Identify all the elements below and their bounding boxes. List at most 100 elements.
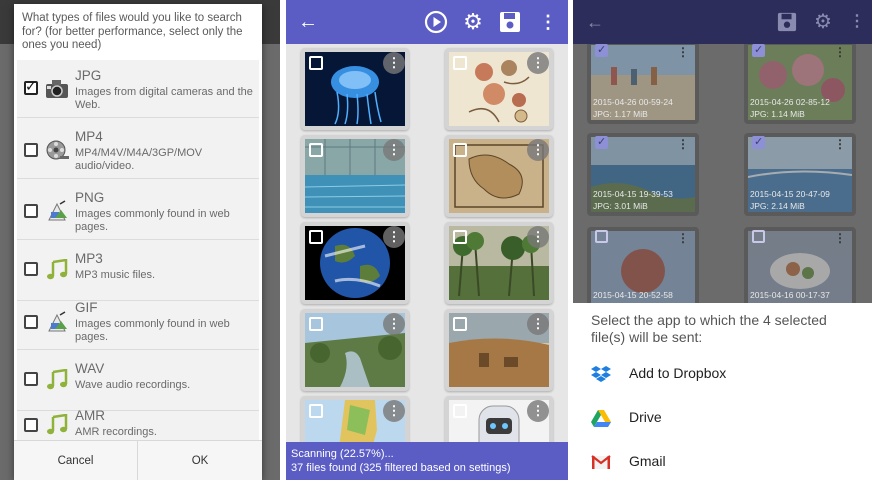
thumbnail-date: 2015-04-15 20-47-09 [750, 189, 830, 199]
thumbnail-menu-icon[interactable]: ⋮ [383, 226, 405, 248]
file-type-item-gif[interactable]: GIF Images commonly found in web pages. [17, 292, 259, 350]
thumbnail-card[interactable]: ⋮ [445, 48, 553, 130]
thumbnail-menu-icon[interactable]: ⋮ [677, 137, 689, 151]
play-button[interactable] [422, 0, 450, 44]
thumbnail-menu-icon[interactable]: ⋮ [527, 139, 549, 161]
file-type-item-jpg[interactable]: JPG Images from digital cameras and the … [17, 60, 259, 118]
wav-checkbox[interactable] [24, 372, 38, 386]
file-type-description: MP4/M4V/M4A/3GP/MOV audio/video. [75, 147, 203, 172]
thumbnail-card[interactable]: ⋮ [301, 222, 409, 304]
back-arrow-icon[interactable]: ← [294, 0, 322, 44]
select-checkbox[interactable] [453, 317, 467, 331]
select-checkbox[interactable] [453, 404, 467, 418]
file-type-item-mp4[interactable]: MP4 MP4/M4V/M4A/3GP/MOV audio/video. [17, 121, 259, 179]
overflow-menu-icon[interactable]: ⋮ [538, 0, 558, 44]
thumbnail-card[interactable]: ⋮ 2015-04-15 20-52-58 [587, 227, 699, 303]
file-type-name: WAV [75, 361, 105, 376]
thumbnail-size: JPG: 2.14 MiB [750, 201, 805, 211]
amr-checkbox[interactable] [24, 418, 38, 432]
jpg-checkbox[interactable] [24, 79, 38, 95]
thumbnail-card[interactable]: ⋮ 2015-04-16 00-17-37 [744, 227, 856, 303]
thumbnail-card[interactable]: ⋮ [301, 396, 409, 442]
share-option-label: Gmail [629, 453, 666, 469]
scan-results-screen: ← ⚙ ⋮ ⋮ ⋮ ⋮ ⋮ ⋮ ⋮ ⋮ ⋮ ⋮ ⋮ Scanning (22.5… [286, 0, 568, 480]
file-type-item-png[interactable]: PNG Images commonly found in web pages. [17, 182, 259, 240]
gear-icon[interactable]: ⚙ [811, 0, 835, 44]
thumbnail-menu-icon[interactable]: ⋮ [677, 45, 689, 59]
thumbnail-menu-icon[interactable]: ⋮ [527, 313, 549, 335]
save-button[interactable] [496, 0, 524, 44]
file-type-description: MP3 music files. [75, 269, 156, 281]
thumbnail-date: 2015-04-16 00-17-37 [750, 290, 830, 300]
thumbnail-menu-icon[interactable]: ⋮ [527, 52, 549, 74]
thumbnail-card[interactable]: ⋮ [445, 396, 553, 442]
thumbnail-card[interactable]: ⋮ 2015-04-15 20-47-09 JPG: 2.14 MiB [744, 133, 856, 216]
thumbnail-card[interactable]: ⋮ [445, 222, 553, 304]
file-type-name: GIF [75, 300, 98, 315]
file-type-item-amr[interactable]: AMR AMR recordings. [17, 402, 259, 442]
file-type-description: Images commonly found in web pages. [75, 208, 230, 233]
thumbnail-card[interactable]: ⋮ 2015-04-26 00-59-24 JPG: 1.17 MiB [587, 44, 699, 124]
back-arrow-icon[interactable]: ← [583, 0, 607, 44]
gif-checkbox[interactable] [24, 315, 38, 329]
thumbnail-grid: ⋮ ⋮ ⋮ ⋮ ⋮ ⋮ ⋮ ⋮ ⋮ ⋮ [286, 44, 568, 442]
select-checkbox[interactable] [309, 317, 323, 331]
thumbnail-size: JPG: 3.01 MiB [593, 201, 648, 211]
select-checkbox[interactable] [453, 143, 467, 157]
overflow-menu-icon[interactable]: ⋮ [849, 0, 865, 44]
thumbnail-menu-icon[interactable]: ⋮ [834, 137, 846, 151]
file-type-description: Images from digital cameras and the Web. [75, 86, 253, 111]
thumbnail-card[interactable]: ⋮ [301, 135, 409, 217]
mp4-checkbox[interactable] [24, 143, 38, 157]
music-note-icon [47, 369, 68, 390]
thumbnail-menu-icon[interactable]: ⋮ [834, 45, 846, 59]
select-checkbox[interactable] [309, 143, 323, 157]
thumbnail-card[interactable]: ⋮ [445, 135, 553, 217]
select-checkbox[interactable] [595, 44, 608, 57]
select-checkbox[interactable] [752, 135, 765, 149]
thumbnail-card[interactable]: ⋮ 2015-04-15 19-39-53 JPG: 3.01 MiB [587, 133, 699, 216]
cancel-button[interactable]: Cancel [14, 441, 138, 480]
select-checkbox[interactable] [752, 230, 765, 243]
select-checkbox[interactable] [595, 230, 608, 243]
gear-icon[interactable]: ⚙ [459, 0, 487, 44]
file-type-name: MP4 [75, 129, 103, 144]
file-type-name: JPG [75, 68, 102, 83]
file-type-screen: What types of files would you like to se… [0, 0, 280, 480]
thumbnail-card[interactable]: ⋮ 2015-04-26 02-85-12 JPG: 1.14 MiB [744, 44, 856, 124]
thumbnail-date: 2015-04-15 20-52-58 [593, 290, 673, 300]
thumbnail-menu-icon[interactable]: ⋮ [383, 313, 405, 335]
thumbnail-card[interactable]: ⋮ [301, 309, 409, 391]
select-checkbox[interactable] [309, 56, 323, 70]
select-checkbox[interactable] [309, 404, 323, 418]
png-checkbox[interactable] [24, 204, 38, 218]
share-option-drive[interactable]: Drive [573, 398, 872, 438]
thumbnail-menu-icon[interactable]: ⋮ [383, 52, 405, 74]
mp3-checkbox[interactable] [24, 262, 38, 276]
google-drive-icon [591, 410, 611, 427]
thumbnail-menu-icon[interactable]: ⋮ [527, 226, 549, 248]
thumbnail-card[interactable]: ⋮ [445, 309, 553, 391]
select-checkbox[interactable] [752, 44, 765, 57]
ok-button[interactable]: OK [138, 441, 262, 480]
selected-thumbnail-grid: ⋮ 2015-04-26 00-59-24 JPG: 1.17 MiB ⋮ 20… [573, 44, 872, 303]
select-checkbox[interactable] [453, 56, 467, 70]
select-checkbox[interactable] [595, 135, 608, 149]
file-type-description: Images commonly found in web pages. [75, 318, 230, 343]
thumbnail-card[interactable]: ⋮ [301, 48, 409, 130]
thumbnail-menu-icon[interactable]: ⋮ [677, 231, 689, 245]
thumbnail-menu-icon[interactable]: ⋮ [834, 231, 846, 245]
thumbnail-menu-icon[interactable]: ⋮ [527, 400, 549, 422]
file-type-list: JPG Images from digital cameras and the … [17, 60, 259, 442]
share-option-label: Add to Dropbox [629, 365, 727, 381]
scan-toolbar: ← ⚙ ⋮ [286, 0, 568, 44]
select-checkbox[interactable] [453, 230, 467, 244]
thumbnail-menu-icon[interactable]: ⋮ [383, 400, 405, 422]
select-checkbox[interactable] [309, 230, 323, 244]
share-option-dropbox[interactable]: Add to Dropbox [573, 354, 872, 394]
thumbnail-menu-icon[interactable]: ⋮ [383, 139, 405, 161]
thumbnail-size: JPG: 1.17 MiB [593, 109, 648, 119]
play-circle-icon [424, 10, 448, 34]
share-option-gmail[interactable]: Gmail [573, 442, 872, 480]
save-button[interactable] [775, 0, 799, 44]
